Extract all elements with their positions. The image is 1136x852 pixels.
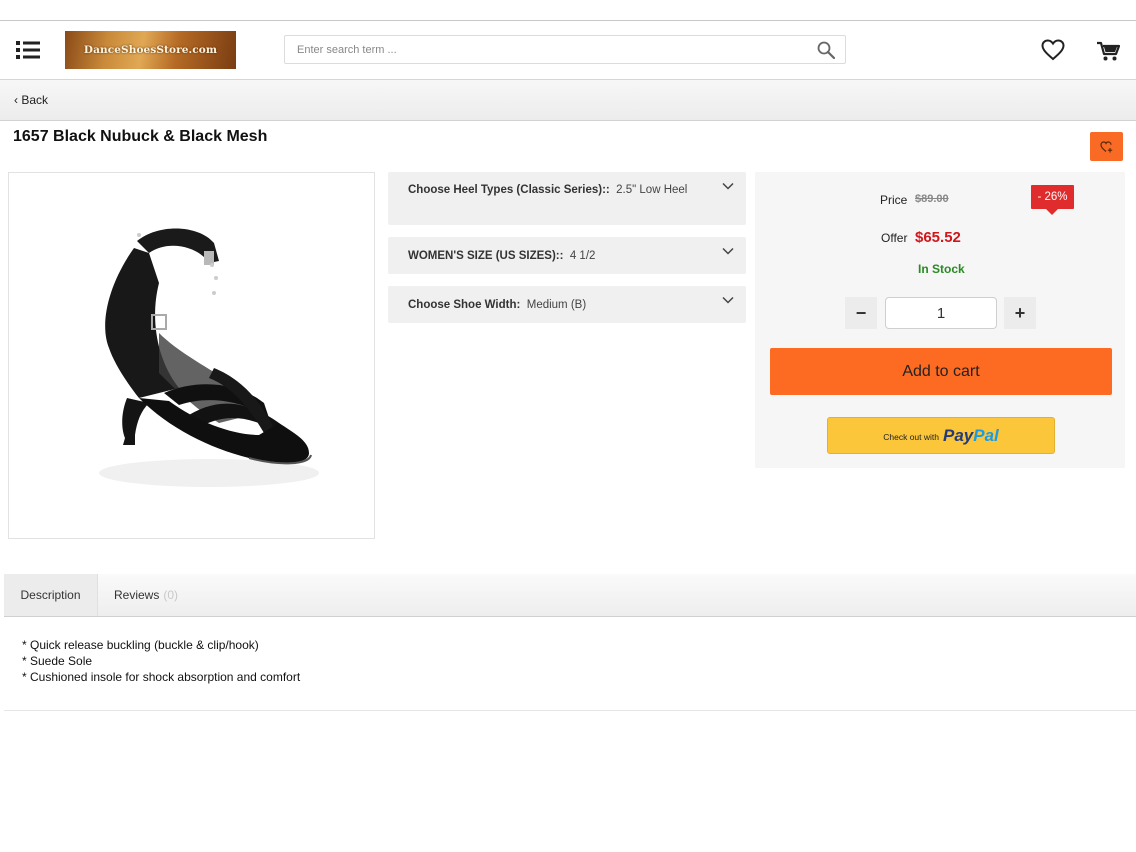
buy-box: Price $89.00 - 26% Offer $65.52 In Stock… [755, 172, 1125, 468]
search-icon[interactable] [817, 41, 835, 59]
quantity-input[interactable] [885, 297, 997, 329]
heel-type-text: Choose Heel Types (Classic Series):: 2.5… [408, 182, 698, 198]
heart-icon[interactable] [1041, 39, 1065, 61]
product-image[interactable] [8, 172, 375, 539]
cart-icon[interactable] [1096, 40, 1120, 62]
paypal-prefix: Check out with [883, 432, 939, 442]
discount-badge: - 26% [1031, 185, 1074, 215]
tab-reviews-label: Reviews [114, 588, 160, 602]
shoe-width-select[interactable]: Choose Shoe Width: Medium (B) [388, 286, 746, 323]
wishlist-add-icon [1099, 140, 1112, 152]
paypal-logo-pay: Pay [942, 425, 974, 445]
product-tabs: Description Reviews (0) [4, 574, 1136, 617]
womens-size-value: 4 1/2 [569, 250, 596, 262]
tab-reviews[interactable]: Reviews (0) [114, 574, 178, 616]
add-to-cart-button[interactable]: Add to cart [770, 348, 1112, 395]
paypal-logo-pal: Pal [973, 425, 999, 445]
logo-text: DanceShoesStore.com [83, 44, 218, 56]
quantity-decrease-button[interactable]: − [845, 297, 877, 329]
heel-type-label: Choose Heel Types (Classic Series):: [408, 184, 610, 196]
add-to-wishlist-button[interactable] [1090, 132, 1123, 161]
offer-label: Offer [881, 231, 908, 245]
reviews-count: (0) [163, 588, 179, 602]
quantity-increase-button[interactable]: + [1004, 297, 1036, 329]
site-header: DanceShoesStore.com [0, 21, 1136, 79]
back-bar: ‹ Back [0, 79, 1136, 121]
back-label: Back [21, 93, 49, 107]
description-line: * Suede Sole [22, 654, 93, 668]
description-line: * Cushioned insole for shock absorption … [22, 670, 301, 684]
back-link[interactable]: ‹ Back [14, 93, 48, 107]
paypal-logo: PayPal [943, 426, 999, 446]
shoe-width-text: Choose Shoe Width: Medium (B) [408, 297, 698, 313]
tab-description-label: Description [20, 588, 81, 602]
menu-icon[interactable] [16, 41, 40, 59]
offer-price: $65.52 [915, 229, 961, 246]
search-input[interactable] [297, 41, 797, 59]
shoe-width-value: Medium (B) [526, 299, 587, 311]
search-box [284, 35, 846, 64]
old-price: $89.00 [915, 193, 949, 205]
shoe-width-label: Choose Shoe Width: [408, 299, 521, 311]
chevron-down-icon [722, 247, 734, 255]
paypal-checkout-button[interactable]: Check out with PayPal [827, 417, 1055, 454]
product-title: 1657 Black Nubuck & Black Mesh [13, 128, 268, 145]
product-shoe-image [99, 228, 319, 487]
description-line: * Quick release buckling (buckle & clip/… [22, 638, 259, 652]
site-logo[interactable]: DanceShoesStore.com [65, 31, 236, 69]
heel-type-select[interactable]: Choose Heel Types (Classic Series):: 2.5… [388, 172, 746, 225]
description-panel: * Quick release buckling (buckle & clip/… [4, 617, 1136, 711]
tab-description[interactable]: Description [4, 574, 98, 616]
price-label: Price [880, 193, 908, 207]
womens-size-select[interactable]: WOMEN'S SIZE (US SIZES):: 4 1/2 [388, 237, 746, 274]
womens-size-label: WOMEN'S SIZE (US SIZES):: [408, 250, 564, 262]
womens-size-text: WOMEN'S SIZE (US SIZES):: 4 1/2 [408, 248, 698, 264]
chevron-down-icon [722, 182, 734, 190]
heel-type-value: 2.5" Low Heel [616, 184, 688, 196]
stock-status: In Stock [918, 262, 965, 276]
chevron-down-icon [722, 296, 734, 304]
